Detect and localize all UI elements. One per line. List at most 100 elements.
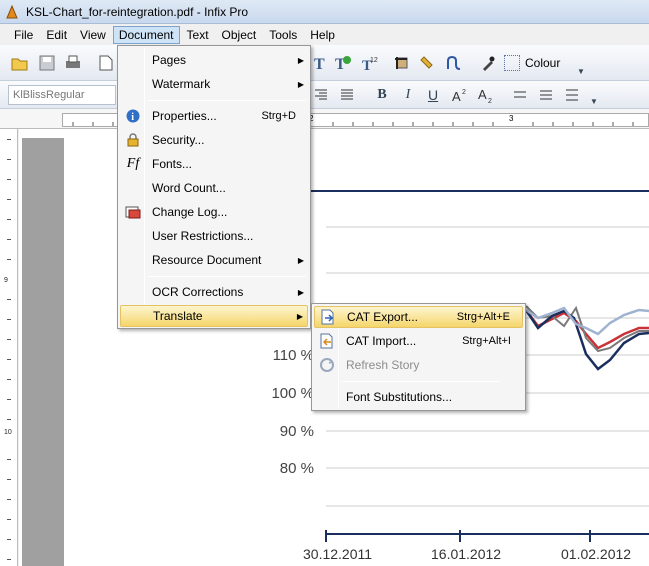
- menu-item-cat-import-shortcut: Strg+Alt+I: [462, 335, 511, 347]
- add-text-icon[interactable]: T: [333, 53, 353, 73]
- eyedropper-icon[interactable]: [478, 53, 498, 73]
- menu-item-pages[interactable]: Pages ▶: [120, 49, 308, 71]
- superscript-icon[interactable]: A2: [450, 85, 470, 105]
- app-icon: [4, 4, 20, 20]
- menu-document[interactable]: Document: [112, 25, 180, 44]
- submenu-arrow-icon: ▶: [297, 255, 304, 265]
- bold-icon[interactable]: B: [372, 85, 392, 105]
- path-tool-icon[interactable]: [444, 53, 464, 73]
- menu-item-security[interactable]: Security...: [120, 129, 308, 151]
- menu-item-security-label: Security...: [152, 133, 205, 147]
- menu-item-cat-export[interactable]: CAT Export... Strg+Alt+E: [314, 306, 523, 328]
- menu-item-translate-label: Translate: [153, 309, 203, 323]
- menu-item-user-restrictions-label: User Restrictions...: [152, 229, 254, 243]
- svg-text:A: A: [478, 87, 487, 102]
- svg-text:A: A: [452, 89, 461, 103]
- svg-text:i: i: [131, 112, 134, 123]
- text-spacing-icon[interactable]: T 12: [359, 53, 379, 73]
- menu-item-pages-label: Pages: [152, 53, 187, 67]
- new-page-icon[interactable]: [96, 53, 116, 73]
- page-margin-strip: [22, 138, 64, 566]
- menu-item-font-substitutions-label: Font Substitutions...: [346, 390, 453, 404]
- menu-help[interactable]: Help: [304, 26, 341, 44]
- menu-item-translate[interactable]: Translate ▶: [120, 305, 308, 327]
- x-axis-label-3: 01.02.2012: [561, 546, 632, 562]
- svg-text:2: 2: [462, 89, 466, 96]
- ruler-mark-3: 3: [509, 114, 514, 123]
- cat-export-icon: [315, 309, 341, 325]
- menu-item-user-restrictions[interactable]: User Restrictions...: [120, 225, 308, 247]
- subscript-icon[interactable]: A2: [476, 85, 496, 105]
- menu-item-cat-export-shortcut: Strg+Alt+E: [456, 311, 510, 323]
- underline-icon[interactable]: U: [423, 85, 443, 105]
- menu-item-refresh-story[interactable]: Refresh Story: [314, 354, 523, 376]
- menu-item-resource-document-label: Resource Document: [152, 253, 262, 267]
- menu-item-change-log[interactable]: Change Log...: [120, 201, 308, 223]
- menu-view[interactable]: View: [74, 26, 112, 44]
- menu-item-cat-export-label: CAT Export...: [347, 310, 418, 324]
- y-axis-label-80: 80 %: [279, 460, 314, 477]
- list-dropdown-icon[interactable]: ▼: [584, 91, 604, 111]
- menu-item-properties[interactable]: i Properties... Strg+D: [120, 105, 308, 127]
- window-title: KSL-Chart_for-reintegration.pdf - Infix …: [26, 4, 249, 19]
- ruler-mark-9: 9: [4, 277, 8, 284]
- italic-icon[interactable]: I: [398, 85, 418, 105]
- align-justify-icon[interactable]: [337, 85, 357, 105]
- link-tool-icon[interactable]: [418, 53, 438, 73]
- menu-item-properties-label: Properties...: [152, 109, 217, 123]
- menu-item-word-count[interactable]: Word Count...: [120, 177, 308, 199]
- menu-item-font-substitutions[interactable]: Font Substitutions...: [314, 386, 523, 408]
- colour-label[interactable]: Colour: [525, 56, 560, 70]
- font-icon: Ff: [126, 156, 140, 171]
- line-spacing-icon[interactable]: [510, 85, 530, 105]
- menu-tools[interactable]: Tools: [263, 26, 303, 44]
- menu-item-watermark[interactable]: Watermark ▶: [120, 73, 308, 95]
- menu-file[interactable]: File: [8, 26, 39, 44]
- cat-import-icon: [314, 333, 340, 349]
- crop-icon[interactable]: [392, 53, 412, 73]
- paragraph-spacing-icon[interactable]: [536, 85, 556, 105]
- vertical-ruler: 9 10: [0, 129, 18, 566]
- menu-item-refresh-story-label: Refresh Story: [346, 358, 420, 372]
- colour-dropdown-icon[interactable]: ▼: [571, 61, 591, 81]
- font-name-combo[interactable]: KlBlissRegular: [8, 85, 116, 105]
- menu-item-change-log-label: Change Log...: [152, 205, 228, 219]
- svg-text:T: T: [314, 56, 325, 71]
- save-icon[interactable]: [37, 53, 57, 73]
- print-icon[interactable]: [63, 53, 83, 73]
- menu-item-ocr-corrections-label: OCR Corrections: [152, 285, 244, 299]
- submenu-arrow-icon: ▶: [297, 55, 304, 65]
- menu-item-watermark-label: Watermark: [152, 77, 211, 91]
- colour-swatch[interactable]: [504, 55, 520, 71]
- menu-text[interactable]: Text: [181, 26, 215, 44]
- refresh-icon: [314, 357, 340, 373]
- y-axis-label-90: 90 %: [279, 423, 314, 440]
- menu-item-cat-import-label: CAT Import...: [346, 334, 417, 348]
- x-axis-label-1: 30.12.2011: [303, 546, 373, 562]
- menu-item-cat-import[interactable]: CAT Import... Strg+Alt+I: [314, 330, 523, 352]
- menu-item-resource-document[interactable]: Resource Document ▶: [120, 249, 308, 271]
- menu-item-fonts-label: Fonts...: [152, 157, 193, 171]
- y-axis-label-100: 100 %: [271, 385, 314, 402]
- document-menu: Pages ▶ Watermark ▶ i Properties... Strg…: [117, 45, 311, 329]
- menu-item-properties-shortcut: Strg+D: [261, 110, 296, 122]
- info-icon: i: [120, 109, 146, 123]
- x-axis-label-2: 16.01.2012: [431, 546, 502, 562]
- menu-item-fonts[interactable]: Ff Fonts...: [120, 153, 308, 175]
- y-axis-label-110: 110 %: [272, 347, 314, 364]
- align-right-icon[interactable]: [310, 85, 330, 105]
- list-icon[interactable]: [562, 85, 582, 105]
- submenu-arrow-icon: ▶: [296, 311, 303, 321]
- menu-object[interactable]: Object: [216, 26, 263, 44]
- text-tool-icon[interactable]: T: [310, 53, 330, 73]
- submenu-arrow-icon: ▶: [297, 287, 304, 297]
- menu-edit[interactable]: Edit: [40, 26, 73, 44]
- open-icon[interactable]: [10, 53, 30, 73]
- menu-item-ocr-corrections[interactable]: OCR Corrections ▶: [120, 281, 308, 303]
- menu-bar: File Edit View Document Text Object Tool…: [0, 24, 649, 45]
- lock-icon: [120, 133, 146, 147]
- svg-text:12: 12: [370, 57, 378, 64]
- svg-text:2: 2: [488, 98, 492, 103]
- format-toolbar: KlBlissRegular B I U A2 A2 ▼: [0, 81, 649, 109]
- submenu-arrow-icon: ▶: [297, 79, 304, 89]
